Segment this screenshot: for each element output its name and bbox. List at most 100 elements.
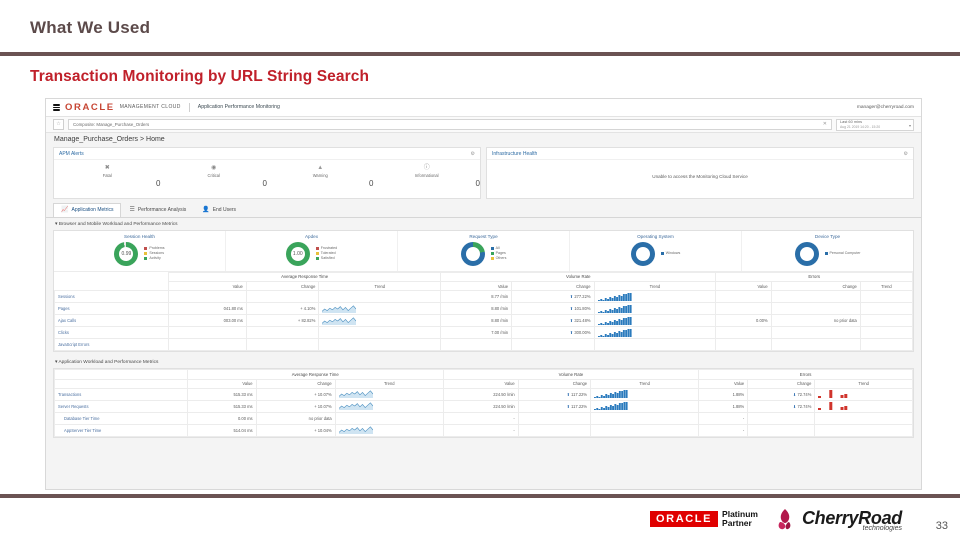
table-row[interactable]: JavaScript Errors [53, 338, 914, 352]
alert-informational[interactable]: ⓘ Informational 0 [374, 164, 480, 189]
legend-label: Others [495, 256, 507, 261]
alert-critical[interactable]: ◉ Critical 0 [161, 164, 267, 189]
partner-line1: Platinum [722, 508, 758, 519]
infrastructure-health-card: Infrastructure Health ⚙ Unable to access… [486, 146, 914, 199]
table-row[interactable]: Clicks 7.00 /min ⬆ 300.00% [53, 326, 914, 340]
donut-title: Session Health [124, 234, 155, 240]
arrow-down-icon: ⬇ [792, 403, 797, 409]
row-label[interactable]: Clicks [53, 326, 170, 340]
vol-value [440, 338, 513, 352]
trend-empty [859, 290, 914, 304]
col-art-change: Change [255, 378, 336, 389]
summary-cards: APM Alerts ⚙ ✖ Fatal 0 ◉ Critical 0 ▲ Wa… [46, 146, 921, 203]
user-menu[interactable]: manager@cherryroad.com [857, 105, 914, 111]
donut-legend: All Pages Others [490, 246, 507, 261]
tab-end-users[interactable]: 👤 End Users [194, 203, 244, 218]
alert-warning[interactable]: ▲ Warning 0 [267, 164, 374, 189]
divider [188, 103, 190, 112]
close-icon[interactable]: ✕ [823, 121, 827, 127]
browser-section-heading[interactable]: ▾ Browser and Mobile Workload and Perfor… [46, 218, 921, 231]
art-value: 0.00 ms [186, 411, 257, 425]
trend-empty [814, 423, 913, 437]
col-art-trend: Trend [318, 281, 442, 292]
table-row[interactable]: Sessions 8.77 /min ⬆ 277.22% [53, 290, 914, 304]
err-value [715, 290, 772, 304]
arrow-down-icon: ⬇ [792, 391, 797, 397]
alert-count: 0 [475, 179, 480, 189]
table-row[interactable]: Transactions 515.33 ms + 10.07% 224.50 /min… [54, 387, 913, 401]
group-header-errors: Errors [715, 271, 913, 283]
legend-label: Satisfied [320, 256, 335, 261]
tab-application-metrics[interactable]: 📈 Application Metrics [53, 202, 122, 218]
row-label[interactable]: Pages [53, 302, 170, 316]
trend-bars [593, 314, 717, 328]
err-change [770, 326, 861, 340]
err-change [747, 423, 816, 437]
col-err-value: Value [715, 281, 772, 292]
alert-label: Fatal [102, 173, 112, 178]
art-value: 515.33 ms [186, 387, 257, 401]
cherryroad-logo: CherryRoad technologies [772, 506, 902, 532]
tab-performance-analysis[interactable]: ☰ Performance Analysis [121, 203, 194, 218]
gear-icon[interactable]: ⚙ [904, 151, 908, 157]
table-row[interactable]: Database Tier Time 0.00 ms no prior data - - [54, 411, 913, 425]
row-label[interactable]: Database Tier Time [54, 411, 188, 425]
col-err-value: Value [698, 378, 749, 389]
table-row[interactable]: Server Requests 515.33 ms + 10.07% 224.50 /… [54, 399, 913, 413]
chevron-down-icon[interactable]: ▾ [909, 123, 911, 128]
table-row[interactable]: AppServer Tier Time 514.04 ms + 10.04% - - [54, 423, 913, 437]
table-row[interactable]: Pages 041.80 ms + 4.10% 8.80 /min ⬆ 101.80% [53, 302, 914, 316]
trend-empty [334, 411, 444, 425]
trend-bars [590, 399, 700, 413]
vol-value: 8.80 /min [440, 314, 513, 328]
art-change: + 10.04% [255, 423, 336, 437]
donut-title: Apdex [304, 234, 319, 240]
row-label[interactable]: Sessions [53, 290, 170, 304]
donut-row: Session Health 0.99 Problems Sessions Ac… [54, 231, 913, 272]
omc-top-bar: ORACLE MANAGEMENT CLOUD Application Perf… [46, 99, 921, 117]
oracle-logo: ORACLE [650, 511, 719, 527]
row-label[interactable]: Transactions [54, 387, 188, 401]
col-vol-trend: Trend [590, 378, 700, 389]
donut-legend: Frustrated Tolerated Satisfied [315, 246, 337, 261]
vol-change: ⬆ 101.80% [511, 302, 595, 316]
trend-sparkline [334, 387, 444, 401]
err-change [770, 338, 861, 352]
alert-fatal[interactable]: ✖ Fatal 0 [54, 164, 161, 189]
embedded-apm-screenshot: ORACLE MANAGEMENT CLOUD Application Perf… [45, 98, 922, 490]
err-change [770, 290, 861, 304]
table-group-header-row: Average Response Time Volume Rate Errors [55, 271, 913, 283]
donut-value: 0.99 [121, 250, 132, 257]
tab-label: End Users [212, 207, 237, 214]
donut-chart [630, 241, 655, 266]
trend-error-bars [814, 399, 913, 413]
row-label[interactable]: AppServer Tier Time [54, 423, 188, 437]
legend-label: Windows [665, 251, 681, 256]
donut-title: Device Type [814, 234, 841, 240]
hamburger-icon[interactable] [53, 103, 60, 112]
card-header: Infrastructure Health ⚙ [487, 148, 913, 160]
row-label[interactable]: Server Requests [54, 399, 188, 413]
row-label[interactable]: JavaScript Errors [53, 338, 170, 352]
application-metrics-table: Average Response Time Volume Rate Errors… [54, 369, 913, 437]
footer-logos: ORACLE Platinum Partner CherryRoad techn… [650, 506, 902, 532]
err-change [770, 302, 861, 316]
table-row[interactable]: Ajax Calls 003.00 ms + 82.82% 8.80 /min ⬆ 32… [53, 314, 914, 328]
trend-bars [593, 326, 717, 340]
infrastructure-health-title: Infrastructure Health [492, 150, 538, 157]
vol-change [511, 338, 595, 352]
favorite-star-icon[interactable]: ☆ [53, 119, 64, 130]
donut-title: Request Type [469, 234, 498, 240]
application-section-heading[interactable]: ▾ Application Workload and Performance M… [46, 356, 921, 369]
slide-subtitle: Transaction Monitoring by URL String Sea… [30, 68, 370, 85]
alert-count: 0 [156, 179, 161, 189]
search-input[interactable]: Composite: Manage_Purchase_Orders ✕ [68, 119, 832, 130]
page-title: What We Used [30, 18, 151, 37]
group-header-volume: Volume Rate [442, 369, 700, 380]
row-label[interactable]: Ajax Calls [53, 314, 170, 328]
alert-count: 0 [262, 179, 267, 189]
time-range-selector[interactable]: Last 60 mins Aug 21 2019 14:20 - 15:20 ▾ [836, 118, 914, 131]
gear-icon[interactable]: ⚙ [471, 151, 475, 157]
apm-alerts-card: APM Alerts ⚙ ✖ Fatal 0 ◉ Critical 0 ▲ Wa… [53, 146, 481, 199]
trend-empty [318, 290, 442, 304]
